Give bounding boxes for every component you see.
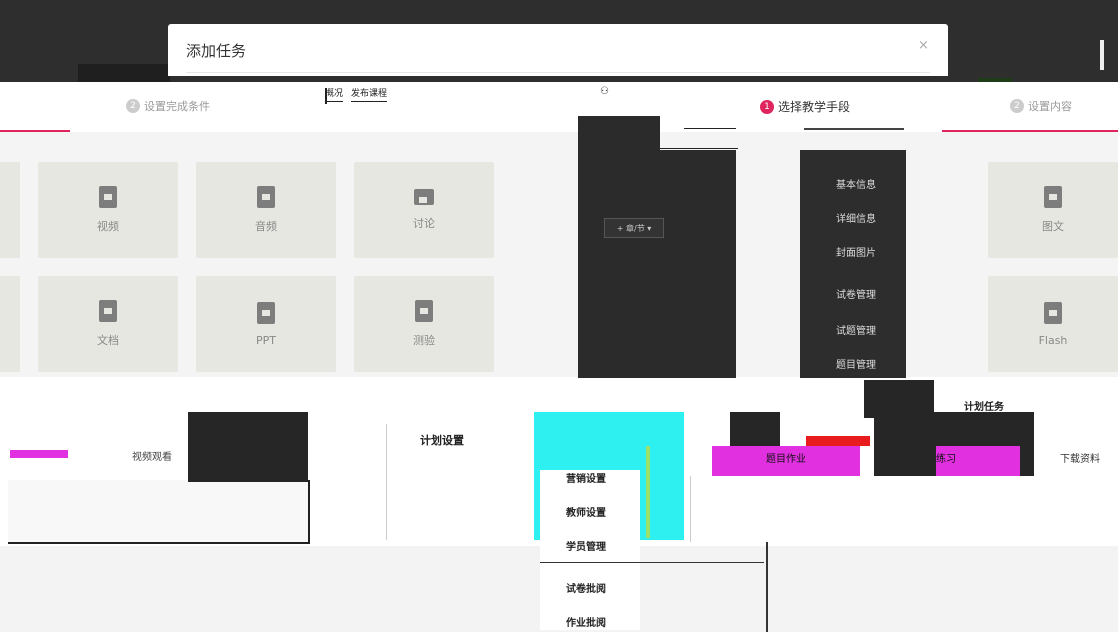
mini-tab-overview[interactable]: 概况 [325, 86, 344, 102]
course-menu-item[interactable]: 试题管理 [836, 322, 876, 337]
tab-video-watch[interactable]: 视频观看 [132, 448, 172, 463]
tile-label: Flash [1038, 333, 1068, 347]
side-menu: 营销设置 教师设置 学员管理 试卷批阅 作业批阅 [540, 470, 640, 630]
tile-label: PPT [256, 333, 276, 347]
side-menu-item[interactable]: 学员管理 [566, 538, 606, 553]
step-number: 2 [1010, 99, 1024, 113]
course-menu-item[interactable]: 基本信息 [836, 176, 876, 191]
step-content[interactable]: 2 设置内容 [1010, 98, 1072, 114]
side-menu-item[interactable]: 营销设置 [566, 470, 606, 485]
mini-tab-publish[interactable]: 发布课程 [351, 86, 388, 102]
step-label: 设置完成条件 [144, 100, 210, 113]
tab-practice[interactable]: 练习 [936, 450, 956, 465]
step-number: 2 [126, 99, 140, 113]
menu-header [804, 116, 904, 130]
tile-edge [0, 276, 20, 372]
step-label: 设置内容 [1028, 100, 1072, 113]
divider [386, 424, 387, 540]
divider [660, 148, 738, 149]
overlay-column [660, 150, 736, 380]
tile-audio[interactable]: 音频 [196, 162, 336, 258]
document-icon [99, 300, 117, 322]
quiz-icon [415, 300, 433, 322]
audio-file-icon [257, 186, 275, 208]
divider [186, 72, 930, 73]
course-menu: 基本信息 详细信息 封面图片 试卷管理 试题管理 题目管理 [800, 150, 906, 380]
content-panel [690, 476, 1118, 542]
backdrop-bar [1100, 40, 1104, 70]
ppt-icon [257, 301, 275, 324]
side-menu-item[interactable]: 教师设置 [566, 504, 606, 519]
side-menu-item[interactable]: 试卷批阅 [566, 580, 606, 595]
modal-header [168, 24, 948, 76]
tile-ppt[interactable]: PPT [196, 276, 336, 372]
highlight-bar [10, 450, 68, 458]
divider [540, 562, 764, 563]
divider [766, 542, 768, 632]
tile-quiz[interactable]: 测验 [354, 276, 494, 372]
course-menu-item[interactable]: 试卷管理 [836, 286, 876, 301]
tile-flash[interactable]: Flash [988, 276, 1118, 372]
tile-label: 文档 [97, 334, 119, 347]
close-icon[interactable]: × [918, 38, 929, 53]
plan-settings-title[interactable]: 计划设置 [420, 432, 464, 448]
tab-homework[interactable]: 题目作业 [766, 450, 806, 465]
plan-tasks-title[interactable]: 计划任务 [964, 398, 1004, 413]
tile-label: 音频 [255, 220, 277, 233]
tile-label: 讨论 [413, 217, 435, 230]
tile-edge [0, 162, 20, 258]
step-completion[interactable]: 2 设置完成条件 [126, 98, 210, 114]
tile-image-text[interactable]: 图文 [988, 162, 1118, 258]
image-text-icon [1044, 186, 1062, 208]
video-file-icon [99, 186, 117, 208]
tile-label: 视频 [97, 220, 119, 233]
step-label: 选择教学手段 [778, 100, 851, 114]
highlight-bar [806, 436, 870, 446]
step-number: 1 [760, 99, 774, 114]
tile-label: 测验 [413, 334, 435, 347]
course-menu-item[interactable]: 题目管理 [836, 356, 876, 371]
overlay-block [188, 412, 308, 482]
overlay-column [578, 116, 660, 380]
tile-document[interactable]: 文档 [38, 276, 178, 372]
modal-title: 添加任务 [186, 42, 247, 60]
left-panel [8, 480, 310, 544]
tab-download[interactable]: 下载资料 [1060, 450, 1100, 465]
user-icon: ⚇ [600, 86, 609, 97]
mini-tabs: 概况 发布课程 [325, 86, 388, 102]
tile-discussion[interactable]: 讨论 [354, 162, 494, 258]
highlight-strip [646, 446, 650, 538]
tile-video[interactable]: 视频 [38, 162, 178, 258]
discussion-icon [414, 189, 434, 205]
screen: 添加任务 × 概况 发布课程 ⚇ 2 设置完成条件 1 选择教学手段 2 设置内… [0, 0, 1118, 632]
add-chapter-button[interactable]: + 章/节 ▾ [604, 218, 664, 238]
flash-icon [1044, 301, 1062, 324]
divider [684, 128, 736, 129]
course-menu-item[interactable]: 详细信息 [836, 210, 876, 225]
step-teaching-method[interactable]: 1 选择教学手段 [760, 98, 850, 115]
side-menu-item[interactable]: 作业批阅 [566, 614, 606, 629]
course-menu-item[interactable]: 封面图片 [836, 244, 876, 259]
tile-label: 图文 [1042, 220, 1064, 233]
